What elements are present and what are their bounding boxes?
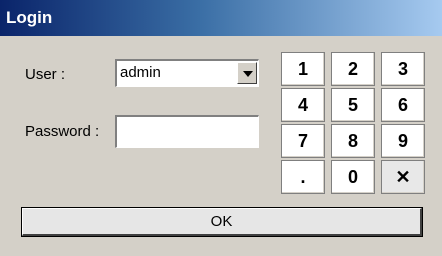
keypad-7-button[interactable]: 7 <box>281 124 325 158</box>
title-bar: Login <box>0 0 442 36</box>
keypad-2-button[interactable]: 2 <box>331 52 375 86</box>
keypad-3-button[interactable]: 3 <box>381 52 425 86</box>
keypad-0-button[interactable]: 0 <box>331 160 375 194</box>
keypad-8-button[interactable]: 8 <box>331 124 375 158</box>
password-input[interactable] <box>115 115 259 148</box>
keypad-4-button[interactable]: 4 <box>281 88 325 122</box>
window-title: Login <box>6 8 53 27</box>
dropdown-arrow-button[interactable] <box>237 62 257 84</box>
user-label: User : <box>25 66 66 83</box>
user-dropdown-value: admin <box>120 64 161 81</box>
keypad-clear-button[interactable]: ✕ <box>381 160 425 194</box>
close-icon: ✕ <box>395 166 411 187</box>
keypad-5-button[interactable]: 5 <box>331 88 375 122</box>
ok-button[interactable]: OK <box>21 207 423 237</box>
keypad-dot-button[interactable]: . <box>281 160 325 194</box>
keypad-1-button[interactable]: 1 <box>281 52 325 86</box>
user-dropdown[interactable]: admin <box>115 59 259 87</box>
keypad-6-button[interactable]: 6 <box>381 88 425 122</box>
login-window: Login User : admin Password : 1 2 3 4 5 … <box>0 0 442 256</box>
keypad-9-button[interactable]: 9 <box>381 124 425 158</box>
password-label: Password : <box>25 123 100 140</box>
chevron-down-icon <box>243 71 253 77</box>
